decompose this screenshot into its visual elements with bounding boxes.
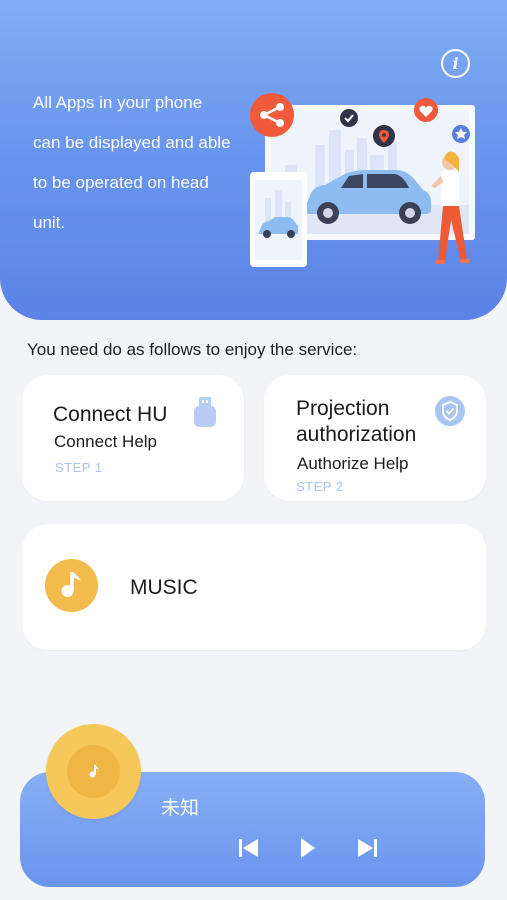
share-icon [250, 93, 294, 137]
music-note-icon [89, 765, 99, 778]
next-icon[interactable] [355, 836, 379, 860]
location-pin-icon [373, 125, 395, 147]
connect-help-link[interactable]: Connect Help [54, 432, 157, 452]
step-2-label: STEP 2 [296, 479, 344, 494]
projection-authorization-card[interactable]: Projection authorization Authorize Help … [264, 375, 486, 501]
car-projection-illustration [250, 93, 475, 267]
usb-icon [194, 397, 216, 427]
music-note-icon [45, 559, 98, 612]
shield-check-icon [435, 396, 465, 426]
hero-description: All Apps in your phone can be displayed … [33, 93, 231, 232]
star-icon [452, 125, 470, 143]
connect-hu-card[interactable]: Connect HU Connect Help STEP 1 [22, 375, 244, 501]
music-label: MUSIC [130, 576, 198, 599]
connect-hu-title: Connect HU [53, 403, 168, 426]
step-1-label: STEP 1 [55, 460, 103, 475]
heart-icon [414, 98, 438, 122]
track-title: 未知 [161, 797, 200, 819]
previous-icon[interactable] [237, 836, 261, 860]
authorize-help-link[interactable]: Authorize Help [297, 454, 409, 474]
album-art-disc[interactable] [46, 724, 141, 819]
info-icon[interactable]: i [441, 49, 470, 78]
instructions-text: You need do as follows to enjoy the serv… [27, 340, 358, 359]
hero-banner: All Apps in your phone can be displayed … [0, 0, 507, 320]
check-icon [340, 109, 358, 127]
projection-authorization-title: Projection authorization [296, 397, 417, 446]
music-card[interactable]: MUSIC [22, 524, 486, 650]
play-icon[interactable] [295, 836, 319, 860]
